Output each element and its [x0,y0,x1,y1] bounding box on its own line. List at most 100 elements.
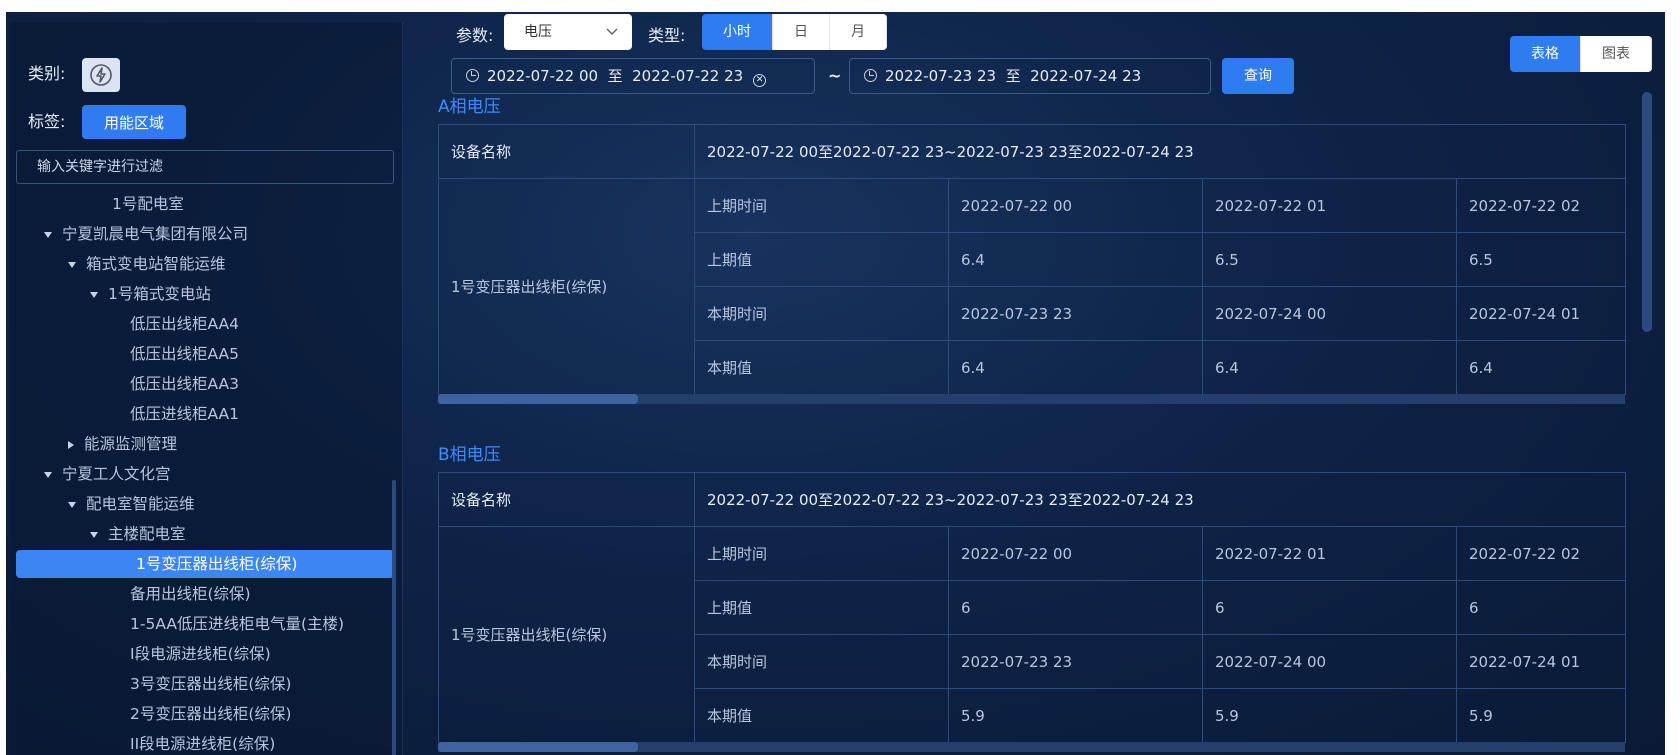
type-option-0[interactable]: 小时 [702,14,773,50]
caret-down-icon[interactable] [68,261,76,268]
tree-node[interactable]: II段电源进线柜(综保) [130,730,275,755]
sidebar: 类别: 标签: 用能区域 输入关键字进行过滤 1号配电室宁夏凯晨电气集团有限公司… [10,22,403,755]
value-cell: 6.4 [948,340,1203,395]
caret-down-icon[interactable] [44,231,52,238]
caret-down-icon[interactable] [68,501,76,508]
range2-start: 2022-07-23 23 [885,67,997,85]
table-row: 1号变压器出线柜(综保) 上期时间 2022-07-22 00 2022-07-22 … [438,178,1626,395]
date-range-2[interactable]: 2022-07-23 23 至 2022-07-24 23 [849,58,1211,94]
caret-right-icon[interactable] [68,440,74,449]
value-cell: 2022-07-23 23 [948,634,1203,689]
row-label: 上期时间 [694,178,949,233]
tree-node-label: 2号变压器出线柜(综保) [130,705,292,723]
query-button[interactable]: 查询 [1222,58,1294,94]
param-select[interactable]: 电压 [504,14,632,50]
data-table: 设备名称 2022-07-22 00至2022-07-22 23~2022-07-… [438,472,1626,743]
filter-input[interactable]: 输入关键字进行过滤 [16,150,394,184]
tree-node[interactable]: 2号变压器出线柜(综保) [130,700,291,728]
row-label: 上期时间 [694,526,949,581]
header-range: 2022-07-22 00至2022-07-22 23~2022-07-23 2… [694,472,1626,527]
tree-node-label: 配电室智能运维 [86,495,195,513]
range-tilde: ~ [828,66,842,85]
tag-button[interactable]: 用能区域 [82,105,186,139]
tree-node[interactable]: 能源监测管理 [68,430,177,458]
table-horizontal-scrollbar[interactable] [438,394,1625,404]
tree-node[interactable]: 配电室智能运维 [68,490,195,518]
tree-node-label: 备用出线柜(综保) [130,585,251,603]
app-screen: 类别: 标签: 用能区域 输入关键字进行过滤 1号配电室宁夏凯晨电气集团有限公司… [6,12,1665,755]
device-cell: 1号变压器出线柜(综保) [438,526,695,743]
sidebar-scrollbar[interactable] [392,480,396,755]
value-cell: 2022-07-24 00 [1202,286,1457,341]
row-label: 本期值 [694,340,949,395]
scrollbar-thumb[interactable] [438,742,638,752]
tree-node-label: 能源监测管理 [84,435,178,453]
value-cell: 2022-07-22 02 [1456,178,1626,233]
value-cell: 2022-07-24 00 [1202,634,1457,689]
view-toggle: 表格 图表 [1510,36,1652,72]
value-cell: 2022-07-22 01 [1202,178,1457,233]
tree-node[interactable]: 3号变压器出线柜(综保) [130,670,291,698]
tree-node[interactable]: 低压出线柜AA5 [130,340,239,368]
tree-node[interactable]: 宁夏凯晨电气集团有限公司 [44,220,248,248]
caret-down-icon[interactable] [90,291,98,298]
tree-node-label: II段电源进线柜(综保) [130,735,276,753]
tree-node[interactable]: 备用出线柜(综保) [130,580,251,608]
tree-node[interactable]: 箱式变电站智能运维 [68,250,226,278]
table-row: 1号变压器出线柜(综保) 上期时间 2022-07-22 00 2022-07-22 … [438,526,1626,743]
category-label: 类别: [28,64,66,83]
row-label: 本期时间 [694,286,949,341]
header-device-name: 设备名称 [438,124,695,179]
type-option-2[interactable]: 月 [830,14,887,50]
tree-node[interactable]: 1号配电室 [112,190,184,218]
tree-node[interactable]: 主楼配电室 [90,520,186,548]
section-title: A相电压 [438,97,501,117]
chevron-down-icon [606,28,618,36]
header-range: 2022-07-22 00至2022-07-22 23~2022-07-23 2… [694,124,1626,179]
tree-node-label: 低压出线柜AA3 [130,375,239,393]
clear-icon[interactable]: ✕ [753,74,767,87]
caret-down-icon[interactable] [90,531,98,538]
scrollbar-thumb[interactable] [438,394,638,404]
tree-node[interactable]: 低压进线柜AA1 [130,400,239,428]
value-cell: 2022-07-22 00 [948,178,1203,233]
date-range-1[interactable]: 2022-07-22 00 至 2022-07-22 23 ✕ [451,58,815,94]
clock-icon [864,69,877,82]
table-horizontal-scrollbar[interactable] [438,742,1625,752]
caret-down-icon[interactable] [44,471,52,478]
value-cell: 6.5 [1456,232,1626,287]
tree-node-label: I段电源进线柜(综保) [130,645,271,663]
value-cell: 5.9 [948,688,1203,743]
value-cell: 6.5 [1202,232,1457,287]
row-label: 上期值 [694,232,949,287]
content-scrollbar[interactable] [1642,92,1652,332]
range1-separator: 至 [607,67,623,85]
value-cell: 5.9 [1456,688,1626,743]
tree-node-label: 宁夏凯晨电气集团有限公司 [62,225,249,243]
value-cell: 6.4 [1202,340,1457,395]
row-label: 上期值 [694,580,949,635]
tree-node[interactable]: 宁夏工人文化宫 [44,460,171,488]
tree-node[interactable]: 1号变压器出线柜(综保) [16,550,394,578]
tree-node[interactable]: 1-5AA低压进线柜电气量(主楼) [130,610,344,638]
data-table: 设备名称 2022-07-22 00至2022-07-22 23~2022-07-… [438,124,1626,395]
view-option-1[interactable]: 图表 [1581,36,1652,72]
param-select-value: 电压 [524,24,552,40]
tree-node[interactable]: I段电源进线柜(综保) [130,640,271,668]
value-cell: 2022-07-22 02 [1456,526,1626,581]
tree-node[interactable]: 低压出线柜AA4 [130,310,239,338]
category-button[interactable] [82,58,120,92]
tree-node[interactable]: 低压出线柜AA3 [130,370,239,398]
tree-node-label: 箱式变电站智能运维 [86,255,226,273]
type-option-1[interactable]: 日 [773,14,830,50]
header-device-name: 设备名称 [438,472,695,527]
range2-separator: 至 [1005,67,1021,85]
view-option-0[interactable]: 表格 [1510,36,1581,72]
tree-node-label: 1-5AA低压进线柜电气量(主楼) [130,615,345,633]
clock-icon [466,69,479,82]
tag-label: 标签: [28,112,66,131]
row-label: 本期时间 [694,634,949,689]
section-title: B相电压 [438,445,501,465]
tree-node-label: 1号变压器出线柜(综保) [136,555,298,573]
tree-node[interactable]: 1号箱式变电站 [90,280,211,308]
